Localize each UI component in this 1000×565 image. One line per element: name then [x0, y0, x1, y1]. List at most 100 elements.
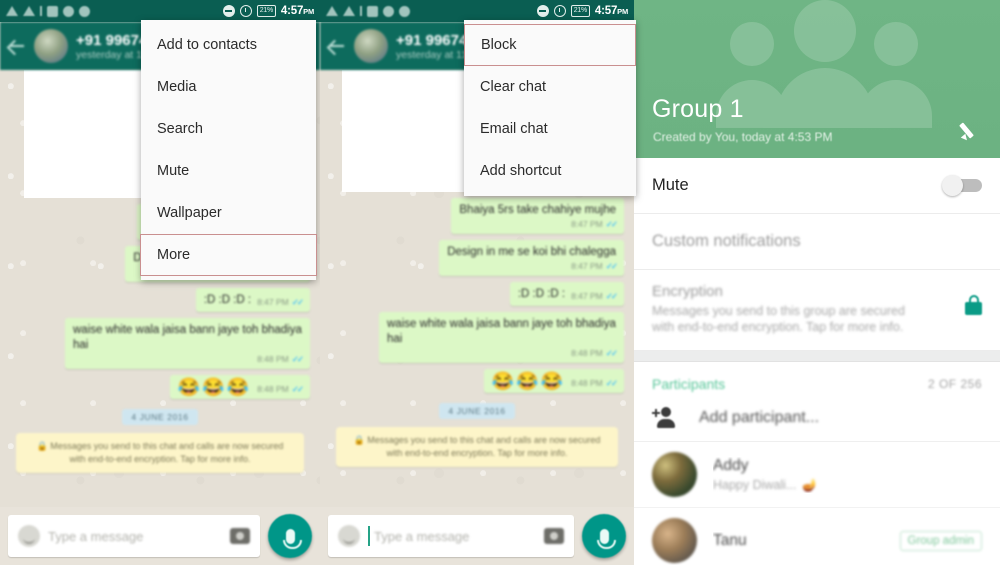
- message-time: 8:47 PM: [257, 297, 289, 307]
- participant-row[interactable]: Addy Happy Diwali... 🪔: [634, 442, 1000, 508]
- message-bubble[interactable]: Design in me se koi bhi chalegga 8:47 PM…: [439, 240, 624, 276]
- custom-notifications-row[interactable]: Custom notifications: [634, 214, 1000, 270]
- mic-icon: [282, 528, 302, 549]
- message-bubble[interactable]: 😂😂😂 8:48 PM ✓✓: [483, 369, 624, 393]
- read-tick-icon: ✓✓: [291, 297, 304, 307]
- group-created-info: Created by You, today at 4:53 PM: [653, 130, 833, 144]
- message-bubble[interactable]: Bhaiya 5rs take chahiye mujhe 8:47 PM✓✓: [451, 198, 624, 234]
- pencil-icon[interactable]: [959, 116, 984, 143]
- message-meta: 8:48 PM ✓✓: [73, 354, 304, 365]
- wifi-icon: [23, 6, 35, 16]
- menu-item-search[interactable]: Search: [141, 108, 316, 150]
- participant-text: Addy Happy Diwali... 🪔: [713, 457, 982, 493]
- menu-item-more[interactable]: More: [140, 234, 317, 276]
- message-input-placeholder[interactable]: Type a message: [374, 529, 536, 544]
- read-tick-icon: ✓✓: [605, 219, 618, 229]
- group-title: Group 1: [652, 95, 744, 123]
- text-caret: [368, 526, 370, 546]
- back-arrow-icon[interactable]: [328, 37, 346, 55]
- lock-shackle: [968, 295, 979, 304]
- lock-glyph: 🔒: [36, 441, 51, 451]
- app-icon: [79, 5, 90, 17]
- encryption-text-block: Encryption Messages you send to this gro…: [652, 283, 924, 335]
- message-time: 8:47 PM: [571, 261, 603, 271]
- message-meta: 8:47 PM✓✓: [459, 219, 618, 230]
- encryption-row[interactable]: Encryption Messages you send to this gro…: [634, 270, 1000, 351]
- message-bubble[interactable]: :D :D :D : 8:47 PM ✓✓: [509, 282, 624, 306]
- mic-button[interactable]: [268, 514, 312, 558]
- menu-item-add-to-contacts[interactable]: Add to contacts: [141, 24, 316, 66]
- battery-icon: 21%: [256, 5, 276, 17]
- message-text: :D :D :D :: [517, 288, 566, 300]
- menu-item-wallpaper[interactable]: Wallpaper: [141, 192, 316, 234]
- sync-icon: [383, 5, 394, 17]
- participant-name: Tanu: [713, 531, 747, 549]
- message-meta: 8:47 PM✓✓: [257, 297, 304, 308]
- group-info-header: Group 1 Created by You, today at 4:53 PM: [634, 0, 1000, 158]
- add-person-head: [661, 407, 671, 417]
- sync-icon: [63, 5, 74, 17]
- message-bubble[interactable]: :D :D :D : 8:47 PM ✓✓: [195, 288, 310, 312]
- camera-icon[interactable]: [230, 528, 250, 544]
- mute-row[interactable]: Mute: [634, 158, 1000, 214]
- encryption-description: Messages you send to this group are secu…: [652, 304, 905, 334]
- menu-item-media[interactable]: Media: [141, 66, 316, 108]
- message-row: :D :D :D : 8:47 PM ✓✓: [330, 282, 624, 306]
- emoji-icon[interactable]: [18, 525, 40, 547]
- input-bar-2: Type a message: [320, 507, 634, 565]
- message-meta: 8:48 PM ✓✓: [387, 348, 618, 359]
- toggle-knob: [942, 175, 963, 196]
- participant-avatar[interactable]: [652, 518, 697, 563]
- contact-last-seen: yesterday at 11: [396, 48, 468, 61]
- custom-notifications-label: Custom notifications: [652, 232, 801, 250]
- menu-item-mute[interactable]: Mute: [141, 150, 316, 192]
- status-bar-left-icons: [6, 5, 223, 17]
- sim-icon: [367, 5, 378, 17]
- menu-item-add-shortcut[interactable]: Add shortcut: [464, 150, 636, 192]
- emoji-icon[interactable]: [338, 525, 360, 547]
- message-input-box[interactable]: Type a message: [8, 515, 260, 557]
- section-divider: [634, 351, 1000, 362]
- menu-item-block[interactable]: Block: [464, 24, 636, 66]
- read-tick-icon: ✓✓: [291, 384, 304, 394]
- message-input-placeholder[interactable]: Type a message: [48, 529, 222, 544]
- message-row: 😂😂😂 8:48 PM ✓✓: [330, 369, 624, 393]
- add-person-body: [657, 419, 675, 428]
- message-bubble[interactable]: waise white wala jaisa bann jaye toh bha…: [65, 318, 310, 369]
- message-text: 😂😂😂: [177, 377, 252, 397]
- signal-icon: [326, 6, 338, 16]
- battery-icon: 21%: [570, 5, 590, 17]
- chat-overflow-menu-1[interactable]: Add to contacts Media Search Mute Wallpa…: [140, 20, 317, 280]
- participants-count: 2 OF 256: [927, 377, 982, 391]
- menu-item-clear-chat[interactable]: Clear chat: [464, 66, 636, 108]
- message-row: waise white wala jaisa bann jaye toh bha…: [330, 312, 624, 363]
- participant-row[interactable]: Tanu Group admin: [634, 508, 1000, 565]
- encryption-notice[interactable]: 🔒 Messages you send to this chat and cal…: [16, 433, 304, 473]
- avatar[interactable]: [34, 29, 68, 63]
- participants-header: Participants 2 OF 256: [634, 362, 1000, 400]
- message-text: Bhaiya 5rs take chahiye mujhe: [459, 204, 616, 216]
- message-bubble[interactable]: waise white wala jaisa bann jaye toh bha…: [379, 312, 624, 363]
- group-admin-badge: Group admin: [899, 530, 982, 551]
- encryption-notice-text: Messages you send to this chat and calls…: [367, 435, 601, 458]
- lock-glyph: 🔒: [353, 435, 368, 445]
- mic-button[interactable]: [582, 514, 626, 558]
- avatar[interactable]: [354, 29, 388, 63]
- participant-avatar[interactable]: [652, 452, 697, 497]
- encryption-notice[interactable]: 🔒 Messages you send to this chat and cal…: [336, 427, 618, 467]
- chat-header-text: +91 99674 yesterday at 11: [396, 32, 467, 61]
- menu-item-email-chat[interactable]: Email chat: [464, 108, 636, 150]
- message-time: 8:47 PM: [571, 291, 603, 301]
- message-input-box[interactable]: Type a message: [328, 515, 574, 557]
- app-icon: [399, 5, 410, 17]
- back-arrow-icon[interactable]: [8, 37, 26, 55]
- read-tick-icon: ✓✓: [291, 354, 304, 364]
- message-meta: 8:47 PM✓✓: [571, 291, 618, 302]
- camera-icon[interactable]: [544, 528, 564, 544]
- mute-toggle[interactable]: [942, 175, 982, 196]
- chat-overflow-menu-2[interactable]: Block Clear chat Email chat Add shortcut: [464, 20, 636, 196]
- participants-label: Participants: [652, 376, 726, 392]
- status-bar-2: 21% 4:57PM: [320, 0, 634, 22]
- message-bubble[interactable]: 😂😂😂 8:48 PM ✓✓: [169, 375, 310, 399]
- add-participant-row[interactable]: Add participant...: [634, 400, 1000, 442]
